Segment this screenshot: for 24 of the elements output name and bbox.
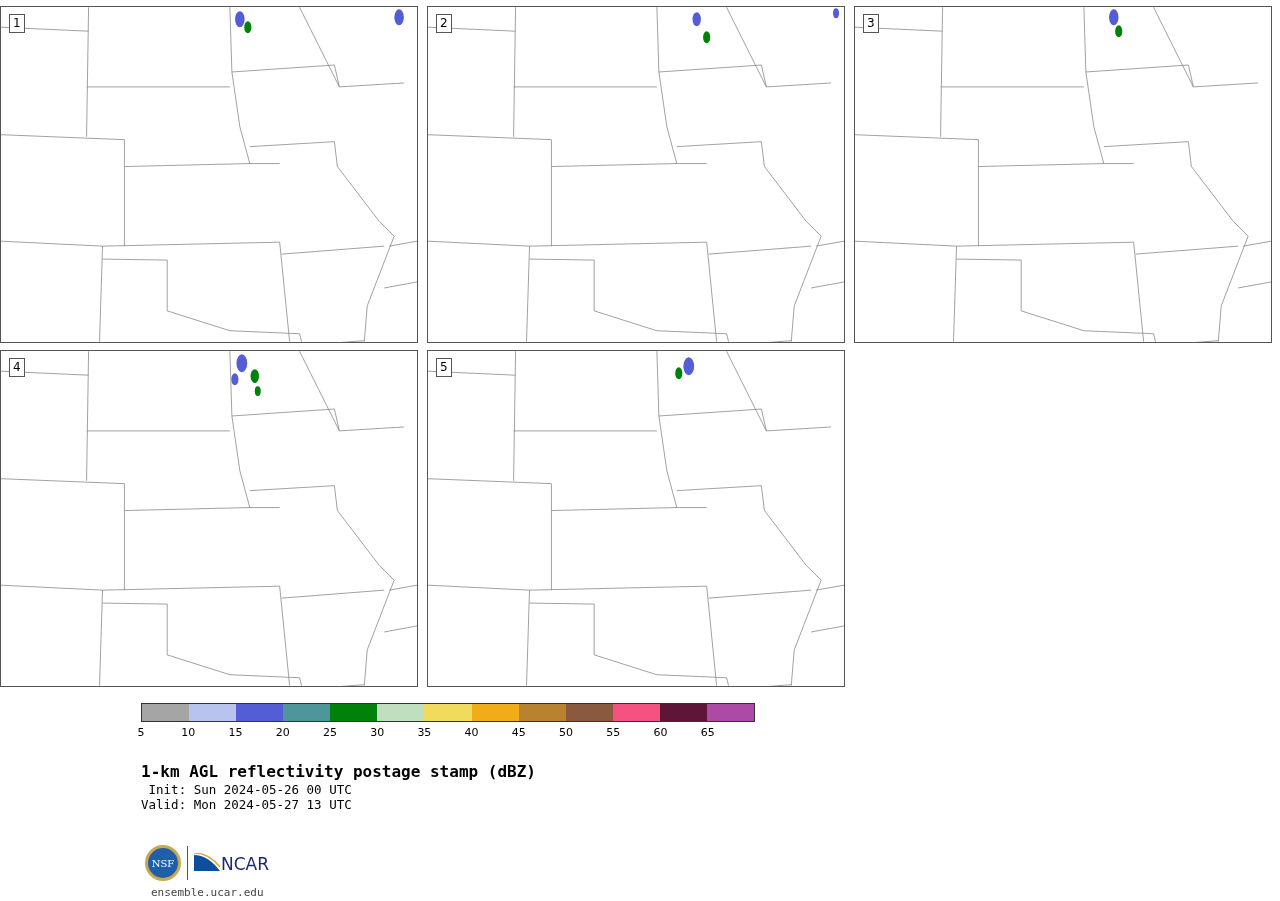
ncar-logo: NCAR [194, 853, 270, 873]
chart-title: 1-km AGL reflectivity postage stamp (dBZ) [141, 762, 537, 782]
scale-tick-label: 50 [559, 726, 574, 739]
scale-tick-label: 35 [417, 726, 432, 739]
scale-tick-label: 30 [370, 726, 385, 739]
scale-tick-label: 60 [653, 726, 668, 739]
panel-number: 3 [863, 14, 879, 33]
panel-number: 2 [436, 14, 452, 33]
scale-tick-label: 20 [275, 726, 290, 739]
scale-tick-label: 5 [137, 726, 145, 739]
scale-tick-label: 45 [511, 726, 526, 739]
website-url: ensemble.ucar.edu [151, 885, 265, 901]
init-time: Init: Sun 2024-05-26 00 UTC [147, 782, 353, 797]
scale-tick-label: 55 [606, 726, 621, 739]
panel-number: 4 [9, 358, 25, 377]
panel-number: 5 [436, 358, 452, 377]
nsf-logo: NSF [145, 845, 181, 881]
scale-tick-label: 25 [322, 726, 337, 739]
valid-time: Valid: Mon 2024-05-27 13 UTC [141, 797, 353, 812]
scale-tick-label: 15 [228, 726, 243, 739]
scale-tick-label: 10 [181, 726, 196, 739]
scale-tick-label: 40 [464, 726, 479, 739]
scale-tick-label: 65 [700, 726, 715, 739]
panel-number: 1 [9, 14, 25, 33]
